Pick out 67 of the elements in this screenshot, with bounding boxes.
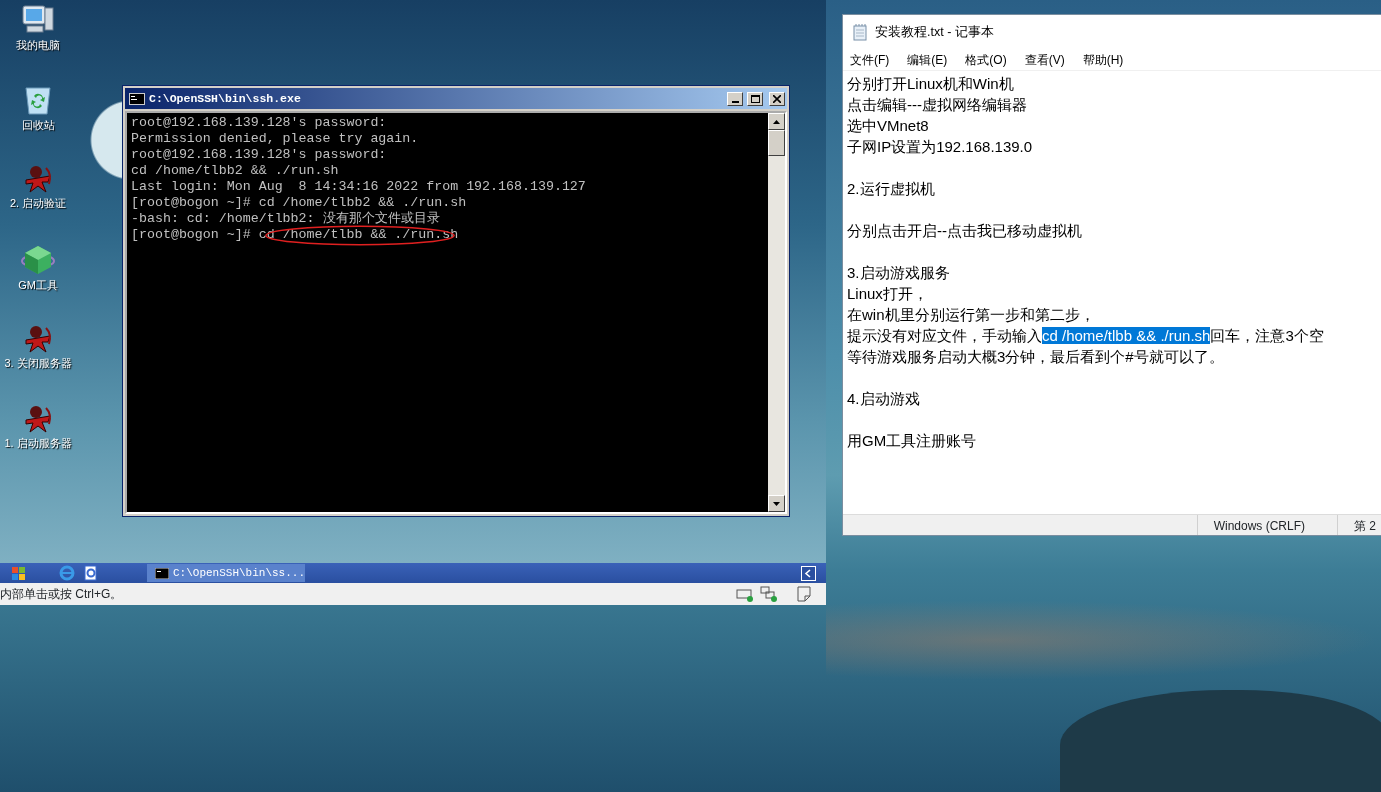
desktop-icon-label[interactable]: 回收站 xyxy=(3,119,73,132)
window-title: C:\OpenSSH\bin\ssh.exe xyxy=(149,90,302,107)
browser-e-icon[interactable] xyxy=(59,565,75,581)
instruction-text: 回车，注意3个空 xyxy=(1210,327,1324,344)
window-title: 安装教程.txt - 记事本 xyxy=(875,23,994,41)
minimize-icon xyxy=(731,100,739,103)
text-line: 3.启动游戏服务 xyxy=(847,263,951,283)
menu-item[interactable]: 编辑(E) xyxy=(907,50,948,69)
menu-item[interactable]: 文件(F) xyxy=(850,50,890,69)
text-line: 等待游戏服务启动大概3分钟，最后看到个#号就可以了。 xyxy=(847,347,1225,367)
terminal-line: -bash: cd: /home/tlbb2: 没有那个文件或目录 xyxy=(131,211,441,227)
cube-icon[interactable] xyxy=(21,244,55,276)
text-line: 4.启动游戏 xyxy=(847,389,921,409)
desktop-icon-label[interactable]: GM工具 xyxy=(3,279,73,292)
refresh-page-icon[interactable] xyxy=(83,565,99,581)
terminal-line: cd /home/tlbb2 && ./run.sh xyxy=(131,163,340,179)
terminal-prompt: [root@bogon ~]# xyxy=(131,227,251,242)
text-line: 点击编辑---虚拟网络编辑器 xyxy=(847,95,1028,115)
terminal-line: root@192.168.139.128's password: xyxy=(131,147,388,163)
computer-icon[interactable] xyxy=(21,4,55,36)
close-button[interactable] xyxy=(769,91,785,106)
maximize-icon xyxy=(750,94,760,103)
text-line: 分别点击开启--点击我已移动虚拟机 xyxy=(847,221,1083,241)
text-line: 在win机里分别运行第一步和第二步， xyxy=(847,305,1096,325)
terminal-line: Last login: Mon Aug 8 14:34:16 2022 from 192.168.139.127 xyxy=(131,179,587,195)
terminal-line: root@192.168.139.128's password: xyxy=(131,115,388,131)
menu-item[interactable]: 帮助(H) xyxy=(1082,50,1124,69)
text-line: 2.运行虚拟机 xyxy=(847,179,936,199)
menu-item[interactable]: 格式(O) xyxy=(965,50,1007,69)
up-arrow-icon xyxy=(773,119,780,124)
instruction-text: 提示没有对应文件，手动输入 xyxy=(847,327,1042,344)
vertical-scrollbar[interactable] xyxy=(768,113,785,512)
scroll-down-button[interactable] xyxy=(768,495,785,512)
status-text: 第 2 xyxy=(1337,515,1381,535)
terminal-line: [root@bogon ~]# cd /home/tlbb2 && ./run.sh xyxy=(131,195,468,211)
start-button[interactable] xyxy=(12,566,25,580)
status-text: Windows (CRLF) xyxy=(1196,515,1337,535)
recycle-bin-icon[interactable] xyxy=(23,84,53,116)
terminal-line: Permission denied, please try again. xyxy=(131,131,420,147)
game-logo-icon[interactable] xyxy=(22,404,54,434)
desktop-icon-label[interactable]: 我的电脑 xyxy=(3,39,73,52)
desktop-icon-label[interactable]: 3. 关闭服务器 xyxy=(3,357,73,370)
desktop-icon-label[interactable]: 2. 启动验证 xyxy=(3,197,73,210)
text-line: 分别打开Linux机和Win机 xyxy=(847,74,1015,94)
scroll-thumb[interactable] xyxy=(768,130,785,156)
text-line: 用GM工具注册账号 xyxy=(847,431,978,451)
minimize-button[interactable] xyxy=(727,91,743,106)
note-icon xyxy=(796,586,812,602)
status-hint: 内部单击或按 Ctrl+G。 xyxy=(0,586,124,603)
text-line: 选中VMnet8 xyxy=(847,116,930,136)
scroll-up-button[interactable] xyxy=(768,113,785,130)
maximize-button[interactable] xyxy=(747,91,763,106)
down-arrow-icon xyxy=(773,501,780,506)
drive-icon xyxy=(736,586,754,602)
console-app-icon xyxy=(155,567,169,579)
taskbar-task[interactable]: C:\OpenSSH\bin\ss... xyxy=(147,564,305,582)
collapse-tray-button[interactable] xyxy=(801,565,816,581)
network-icon xyxy=(760,586,778,602)
console-app-icon xyxy=(129,92,145,105)
game-logo-icon[interactable] xyxy=(22,324,54,354)
text-line: 子网IP设置为192.168.139.0 xyxy=(847,137,1034,157)
game-logo-icon[interactable] xyxy=(22,164,54,194)
menu-item[interactable]: 查看(V) xyxy=(1024,50,1065,69)
text-line: Linux打开， xyxy=(847,284,929,304)
selected-text: cd /home/tlbb && ./run.sh xyxy=(1042,327,1211,344)
notepad-icon xyxy=(853,23,867,41)
close-icon xyxy=(773,94,781,103)
